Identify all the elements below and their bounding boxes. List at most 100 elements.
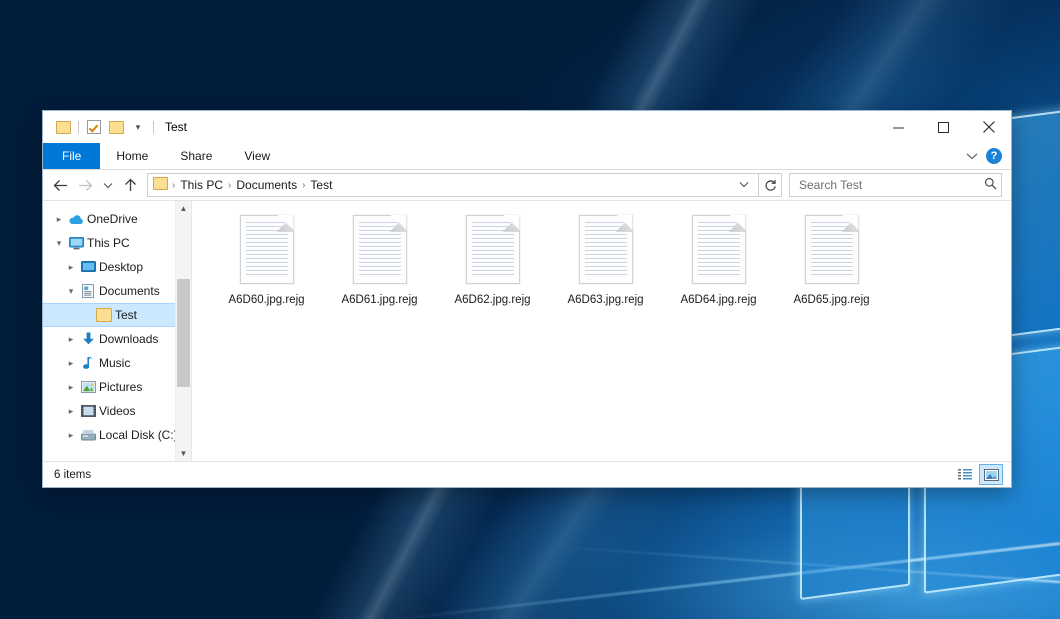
navigation-pane: ▸ OneDrive ▾ This PC ▸ bbox=[43, 201, 192, 461]
recent-locations-chevron-down-icon[interactable] bbox=[98, 172, 118, 198]
sidebar-item-label: Test bbox=[113, 308, 137, 322]
chevron-right-icon[interactable]: ▸ bbox=[63, 262, 79, 273]
search-box[interactable] bbox=[789, 173, 1002, 197]
tab-home[interactable]: Home bbox=[100, 143, 164, 169]
generic-document-icon bbox=[240, 215, 294, 284]
close-button[interactable] bbox=[966, 111, 1011, 143]
drive-icon bbox=[79, 429, 97, 441]
details-view-button[interactable] bbox=[954, 465, 976, 484]
chevron-right-icon[interactable]: ▸ bbox=[51, 214, 67, 225]
file-item[interactable]: A6D64.jpg.rejg bbox=[662, 213, 775, 306]
chevron-right-icon[interactable]: ▸ bbox=[63, 430, 79, 441]
tab-file[interactable]: File bbox=[43, 143, 100, 169]
breadcrumb-dropdown-chevron-down-icon[interactable] bbox=[733, 180, 755, 191]
generic-document-icon bbox=[805, 215, 859, 284]
customize-chevron-icon[interactable]: ▾ bbox=[127, 116, 149, 138]
search-icon[interactable] bbox=[984, 177, 997, 193]
chevron-right-icon[interactable]: ▸ bbox=[63, 334, 79, 345]
sidebar-item-onedrive[interactable]: ▸ OneDrive bbox=[43, 207, 191, 231]
sidebar-item-label: Documents bbox=[97, 284, 160, 298]
sidebar-item-videos[interactable]: ▸ Videos bbox=[43, 399, 191, 423]
sidebar-item-documents[interactable]: ▾ Documents bbox=[43, 279, 191, 303]
breadcrumb-item-test[interactable]: Test bbox=[306, 178, 336, 192]
item-count-label: 6 items bbox=[54, 469, 91, 481]
refresh-icon[interactable] bbox=[759, 173, 782, 197]
documents-icon bbox=[79, 284, 97, 298]
breadcrumb-item-this-pc[interactable]: This PC bbox=[176, 178, 227, 192]
downloads-icon bbox=[79, 332, 97, 346]
file-grid: A6D60.jpg.rejg A6D61.jpg.rejg bbox=[210, 213, 1011, 306]
sidebar-item-label: Local Disk (C:) bbox=[97, 428, 178, 442]
large-icons-view-button[interactable] bbox=[979, 464, 1003, 485]
videos-icon bbox=[79, 405, 97, 417]
title-bar-drag-area[interactable] bbox=[187, 111, 876, 143]
breadcrumb-folder-icon bbox=[153, 177, 168, 193]
new-folder-icon[interactable] bbox=[105, 116, 127, 138]
file-name: A6D60.jpg.rejg bbox=[228, 294, 304, 306]
search-input[interactable] bbox=[797, 177, 984, 193]
window-title: Test bbox=[165, 120, 187, 134]
maximize-button[interactable] bbox=[921, 111, 966, 143]
tab-share[interactable]: Share bbox=[164, 143, 228, 169]
file-list-pane[interactable]: A6D60.jpg.rejg A6D61.jpg.rejg bbox=[192, 201, 1011, 461]
back-button[interactable] bbox=[48, 172, 73, 198]
breadcrumb[interactable]: › This PC › Documents › Test bbox=[147, 173, 759, 197]
sidebar-item-downloads[interactable]: ▸ Downloads bbox=[43, 327, 191, 351]
file-item[interactable]: A6D63.jpg.rejg bbox=[549, 213, 662, 306]
generic-document-icon bbox=[466, 215, 520, 284]
ribbon-right-controls: ? bbox=[966, 143, 1011, 169]
sidebar-item-label: Music bbox=[97, 356, 130, 370]
scroll-up-arrow-icon[interactable]: ▲ bbox=[176, 201, 191, 216]
status-bar: 6 items bbox=[43, 461, 1011, 487]
sidebar-item-label: Desktop bbox=[97, 260, 143, 274]
scrollbar-thumb[interactable] bbox=[177, 279, 190, 387]
sidebar-item-label: This PC bbox=[85, 236, 130, 250]
chevron-right-icon[interactable]: ▸ bbox=[63, 382, 79, 393]
window-body: ▸ OneDrive ▾ This PC ▸ bbox=[43, 200, 1011, 461]
folder-icon[interactable] bbox=[52, 116, 74, 138]
tab-view[interactable]: View bbox=[228, 143, 286, 169]
sidebar-item-test[interactable]: Test bbox=[43, 303, 191, 327]
chevron-right-icon[interactable]: ▸ bbox=[63, 406, 79, 417]
up-button[interactable] bbox=[118, 172, 143, 198]
sidebar-item-music[interactable]: ▸ Music bbox=[43, 351, 191, 375]
properties-icon[interactable] bbox=[83, 116, 105, 138]
forward-button[interactable] bbox=[73, 172, 98, 198]
file-item[interactable]: A6D60.jpg.rejg bbox=[210, 213, 323, 306]
minimize-button[interactable] bbox=[876, 111, 921, 143]
address-bar: › This PC › Documents › Test bbox=[43, 170, 1011, 200]
breadcrumb-item-documents[interactable]: Documents bbox=[232, 178, 301, 192]
view-mode-buttons bbox=[954, 464, 1003, 485]
sidebar-item-label: Pictures bbox=[97, 380, 142, 394]
folder-icon bbox=[95, 308, 113, 322]
sidebar-item-desktop[interactable]: ▸ Desktop bbox=[43, 255, 191, 279]
chevron-down-icon[interactable]: ▾ bbox=[63, 286, 79, 297]
generic-document-icon bbox=[579, 215, 633, 284]
music-icon bbox=[79, 356, 97, 370]
file-item[interactable]: A6D61.jpg.rejg bbox=[323, 213, 436, 306]
scroll-down-arrow-icon[interactable]: ▼ bbox=[176, 446, 191, 461]
qat-divider-1 bbox=[78, 121, 79, 134]
sidebar-item-label: Downloads bbox=[97, 332, 158, 346]
quick-access-toolbar: ▾ Test bbox=[43, 111, 187, 143]
help-icon[interactable]: ? bbox=[986, 148, 1002, 164]
sidebar-item-local-disk-c[interactable]: ▸ Local Disk (C:) bbox=[43, 423, 191, 447]
ribbon-tab-bar: File Home Share View ? bbox=[43, 143, 1011, 170]
chevron-down-icon[interactable]: ▾ bbox=[51, 238, 67, 249]
sidebar-item-pictures[interactable]: ▸ Pictures bbox=[43, 375, 191, 399]
expand-ribbon-chevron-down-icon[interactable] bbox=[966, 149, 978, 163]
desktop: ▾ Test File Home Share bbox=[0, 0, 1060, 619]
file-item[interactable]: A6D62.jpg.rejg bbox=[436, 213, 549, 306]
qat-divider-2 bbox=[153, 121, 154, 134]
monitor-icon bbox=[67, 237, 85, 250]
sidebar-item-label: Videos bbox=[97, 404, 135, 418]
desktop-icon bbox=[79, 261, 97, 273]
generic-document-icon bbox=[692, 215, 746, 284]
chevron-right-icon[interactable]: ▸ bbox=[63, 358, 79, 369]
navigation-pane-scrollbar[interactable]: ▲ ▼ bbox=[175, 201, 191, 461]
file-name: A6D61.jpg.rejg bbox=[341, 294, 417, 306]
file-name: A6D65.jpg.rejg bbox=[793, 294, 869, 306]
sidebar-item-this-pc[interactable]: ▾ This PC bbox=[43, 231, 191, 255]
file-item[interactable]: A6D65.jpg.rejg bbox=[775, 213, 888, 306]
file-name: A6D63.jpg.rejg bbox=[567, 294, 643, 306]
